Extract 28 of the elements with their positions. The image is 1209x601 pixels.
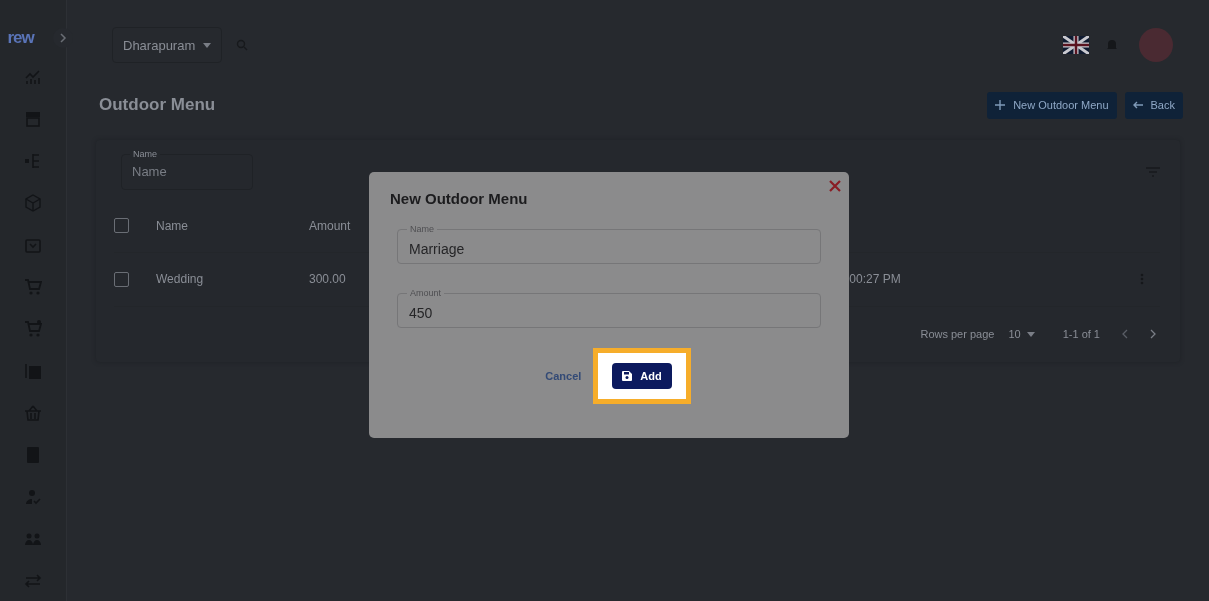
- chevron-right-icon: [58, 33, 67, 43]
- page-range: 1-1 of 1: [1062, 328, 1100, 341]
- cancel-button[interactable]: Cancel: [541, 370, 586, 382]
- arrow-left-icon: [1132, 100, 1143, 110]
- avatar[interactable]: [1139, 28, 1173, 62]
- previous-page-icon[interactable]: [1122, 329, 1128, 340]
- add-button[interactable]: Add: [612, 363, 672, 389]
- table-cell-text: 300.00: [309, 272, 347, 287]
- caret-down-icon: [1026, 331, 1035, 337]
- rows-per-page-label: Rows per page: [920, 328, 995, 341]
- back-button[interactable]: Back: [1124, 91, 1183, 119]
- page-title: Outdoor Menu: [99, 95, 216, 115]
- checkbox[interactable]: [114, 218, 129, 234]
- rows-per-page-select[interactable]: 10: [1008, 328, 1035, 341]
- new-button[interactable]: New Outdoor Menu: [987, 91, 1117, 119]
- dialog-title: New Outdoor Menu: [390, 190, 529, 207]
- flag-icon[interactable]: [1063, 36, 1089, 54]
- plus-icon: [995, 100, 1006, 110]
- close-icon[interactable]: [829, 180, 841, 192]
- table-cell-text: Wedding: [156, 272, 205, 287]
- logo: rew: [7, 28, 34, 48]
- branch-select[interactable]: Dharapuram: [112, 27, 223, 63]
- caret-down-icon: [203, 42, 212, 48]
- table-cell-text: :00:27 PM: [846, 272, 902, 287]
- checkbox[interactable]: [114, 271, 129, 287]
- save-icon: [622, 371, 633, 381]
- next-page-icon[interactable]: [1150, 329, 1156, 340]
- column-header[interactable]: Name: [156, 218, 309, 233]
